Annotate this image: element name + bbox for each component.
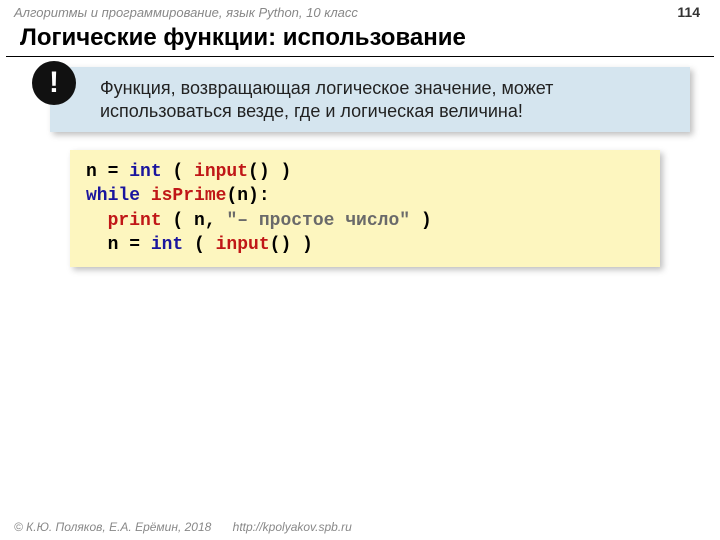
course-label: Алгоритмы и программирование, язык Pytho… (14, 5, 358, 20)
code-l2: while isPrime(n): (86, 186, 270, 206)
code-l3: print ( n, "– простое число" ) (86, 211, 432, 231)
footer-url: http://kpolyakov.spb.ru (233, 520, 352, 534)
exclamation-badge: ! (32, 61, 76, 105)
header-strip: Алгоритмы и программирование, язык Pytho… (0, 0, 720, 22)
note-box: ! Функция, возвращающая логическое значе… (50, 67, 690, 132)
copyright: © К.Ю. Поляков, Е.А. Ерёмин, 2018 (14, 520, 211, 534)
code-block: n = int ( input() ) while isPrime(n): pr… (70, 150, 660, 267)
page-number: 114 (677, 4, 700, 20)
code-l1: n = int ( input() ) (86, 162, 291, 182)
note-text: Функция, возвращающая логическое значени… (100, 78, 553, 121)
code-l4: n = int ( input() ) (86, 235, 313, 255)
footer: © К.Ю. Поляков, Е.А. Ерёмин, 2018 http:/… (14, 520, 352, 534)
page-title: Логические функции: использование (6, 22, 714, 57)
